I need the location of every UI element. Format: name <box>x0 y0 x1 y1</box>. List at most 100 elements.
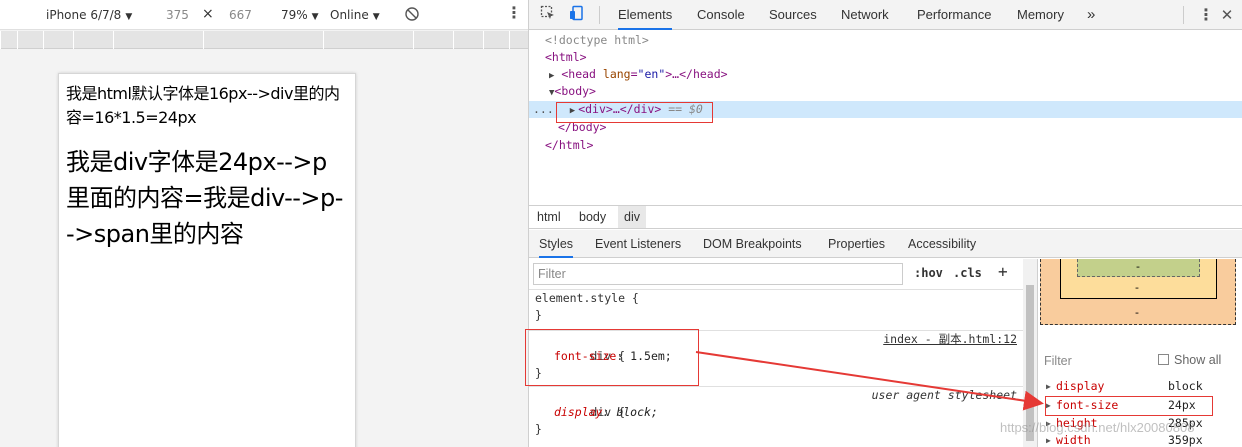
computed-filter-input[interactable]: Filter <box>1044 354 1072 368</box>
head-close-tag: >…</head> <box>665 67 728 81</box>
tab-properties[interactable]: Properties <box>828 230 885 258</box>
ruler-segment[interactable] <box>203 31 323 49</box>
dom-node-body[interactable]: ▼<body> <box>529 83 1242 100</box>
head-open-tag: <head <box>561 67 603 81</box>
breadcrumb-html[interactable]: html <box>531 206 567 228</box>
tab-performance[interactable]: Performance <box>917 0 991 30</box>
styles-pane: :hov .cls + element.style { } div { inde… <box>525 259 1023 447</box>
chevron-down-icon: ▼ <box>372 12 380 22</box>
box-model-value: - <box>1136 260 1140 273</box>
annotation-box <box>556 102 713 123</box>
tab-network[interactable]: Network <box>841 0 889 30</box>
devtools-panel: Elements Console Sources Network Perform… <box>525 0 1242 447</box>
toolbar-divider <box>1183 6 1184 24</box>
ruler-segment[interactable] <box>113 31 203 49</box>
checkbox-icon[interactable] <box>1158 354 1169 365</box>
ruler-segment[interactable] <box>43 31 73 49</box>
device-pane: iPhone 6/7/8 ▼ 375 × 667 79% ▼ Online ▼ ⋮ 我… <box>0 0 528 447</box>
tab-elements[interactable]: Elements <box>618 0 673 30</box>
zoom-value: 79% <box>281 8 308 22</box>
computed-prop-display[interactable]: ▶ display block <box>1046 378 1236 395</box>
computed-pane: - - - Filter Show all ▶ display block ▶ … <box>1037 259 1242 447</box>
computed-prop-value: block <box>1168 379 1203 393</box>
html-default-text: 我是html默认字体是16px-->div里的内容=16*1.5=24px <box>66 84 340 127</box>
head-attr-name: lang <box>602 67 631 81</box>
collapse-arrow-icon[interactable]: ▼ <box>529 88 554 98</box>
box-model-border[interactable]: - - <box>1060 259 1217 299</box>
box-model-value: - <box>1135 306 1139 319</box>
add-rule-button[interactable]: + <box>998 262 1008 281</box>
dom-node-html[interactable]: <html> <box>529 49 1242 66</box>
box-model-margin[interactable]: - - - <box>1040 259 1236 325</box>
device-select[interactable]: iPhone 6/7/8 ▼ <box>46 8 132 24</box>
height-input[interactable]: 667 <box>229 8 252 22</box>
rule-selector[interactable]: element.style { <box>529 290 1023 307</box>
ruler-segment[interactable] <box>73 31 113 49</box>
rule-close: } <box>535 422 542 436</box>
row-menu-icon[interactable]: ... <box>529 102 554 116</box>
media-query-ruler <box>0 31 528 49</box>
annotation-box <box>1045 396 1213 416</box>
dom-node-html-close[interactable]: </html> <box>529 137 1242 154</box>
breadcrumb-div[interactable]: div <box>618 206 646 228</box>
tab-memory[interactable]: Memory <box>1017 0 1064 30</box>
styles-scrollbar[interactable] <box>1023 259 1037 447</box>
emulated-viewport: 我是html默认字体是16px-->div里的内容=16*1.5=24px 我是… <box>58 73 356 447</box>
devtools-tab-bar: Elements Console Sources Network Perform… <box>529 0 1242 30</box>
rotate-icon[interactable] <box>404 6 420 25</box>
style-rule-user-agent: div { user agent stylesheet display: blo… <box>529 386 1023 438</box>
doctype-text: <!doctype html> <box>545 33 649 47</box>
ruler-segment[interactable] <box>413 31 453 49</box>
body-open-tag: <body> <box>554 84 596 98</box>
computed-prop-name: display <box>1056 379 1105 393</box>
width-input[interactable]: 375 <box>166 8 189 22</box>
ruler-segment[interactable] <box>323 31 413 49</box>
ruler-segment[interactable] <box>17 31 43 49</box>
chevron-down-icon: ▼ <box>311 12 319 22</box>
zoom-select[interactable]: 79% ▼ <box>281 8 319 24</box>
tab-accessibility[interactable]: Accessibility <box>908 230 976 258</box>
annotation-box <box>525 329 699 386</box>
more-options-icon[interactable]: ⋮ <box>506 5 522 21</box>
watermark: https://blog.csdn.net/hlx20080808 <box>1000 420 1195 435</box>
breadcrumb-body[interactable]: body <box>573 206 612 228</box>
tab-sources[interactable]: Sources <box>769 0 817 30</box>
tab-console[interactable]: Console <box>697 0 745 30</box>
expand-arrow-icon[interactable]: ▶ <box>529 71 554 81</box>
styles-filter-input[interactable] <box>533 263 903 285</box>
box-model-padding[interactable]: - <box>1077 259 1200 277</box>
inspect-element-icon[interactable] <box>538 5 558 25</box>
more-options-icon[interactable]: ⋮ <box>1196 5 1216 25</box>
dom-node-doctype[interactable]: <!doctype html> <box>529 32 1242 49</box>
div-text: 我是div字体是24px-->p里面的内容=我是div-->p-->span里的… <box>66 148 343 248</box>
scroll-thumb[interactable] <box>1026 285 1034 441</box>
class-toggle-button[interactable]: .cls <box>953 266 982 280</box>
rule-source-link[interactable]: index - 副本.html:12 <box>883 331 1017 348</box>
tab-styles[interactable]: Styles <box>539 230 574 258</box>
network-select[interactable]: Online ▼ <box>330 8 380 24</box>
toolbar-divider <box>599 6 600 24</box>
expand-arrow-icon[interactable]: ▶ <box>1046 378 1051 395</box>
close-icon[interactable]: ✕ <box>1217 5 1237 25</box>
chevron-down-icon: ▼ <box>125 12 133 22</box>
tab-event-listeners[interactable]: Event Listeners <box>595 230 681 258</box>
device-toolbar: iPhone 6/7/8 ▼ 375 × 667 79% ▼ Online ▼ ⋮ <box>0 0 528 30</box>
dom-node-head[interactable]: ▶ <head lang="en">…</head> <box>529 66 1242 83</box>
style-rule-element: element.style { } <box>529 289 1023 324</box>
ruler-segment[interactable] <box>0 31 17 49</box>
property-value: block; <box>616 405 658 419</box>
sidebar-tab-bar: Styles Event Listeners DOM Breakpoints P… <box>529 230 1242 258</box>
ruler-segment[interactable] <box>453 31 483 49</box>
tab-dom-breakpoints[interactable]: DOM Breakpoints <box>703 230 802 258</box>
more-tabs-icon[interactable]: » <box>1087 0 1095 30</box>
head-attr-value: "en" <box>637 67 666 81</box>
html-open-tag: <html> <box>545 50 587 64</box>
hover-state-button[interactable]: :hov <box>914 266 943 280</box>
device-toggle-icon[interactable] <box>567 5 587 25</box>
rule-source-label: user agent stylesheet <box>871 388 1017 402</box>
dimension-separator: × <box>202 6 214 22</box>
ruler-segment[interactable] <box>509 31 528 49</box>
property-name: display <box>554 405 603 419</box>
show-all-checkbox[interactable]: Show all <box>1158 353 1221 367</box>
ruler-segment[interactable] <box>483 31 509 49</box>
